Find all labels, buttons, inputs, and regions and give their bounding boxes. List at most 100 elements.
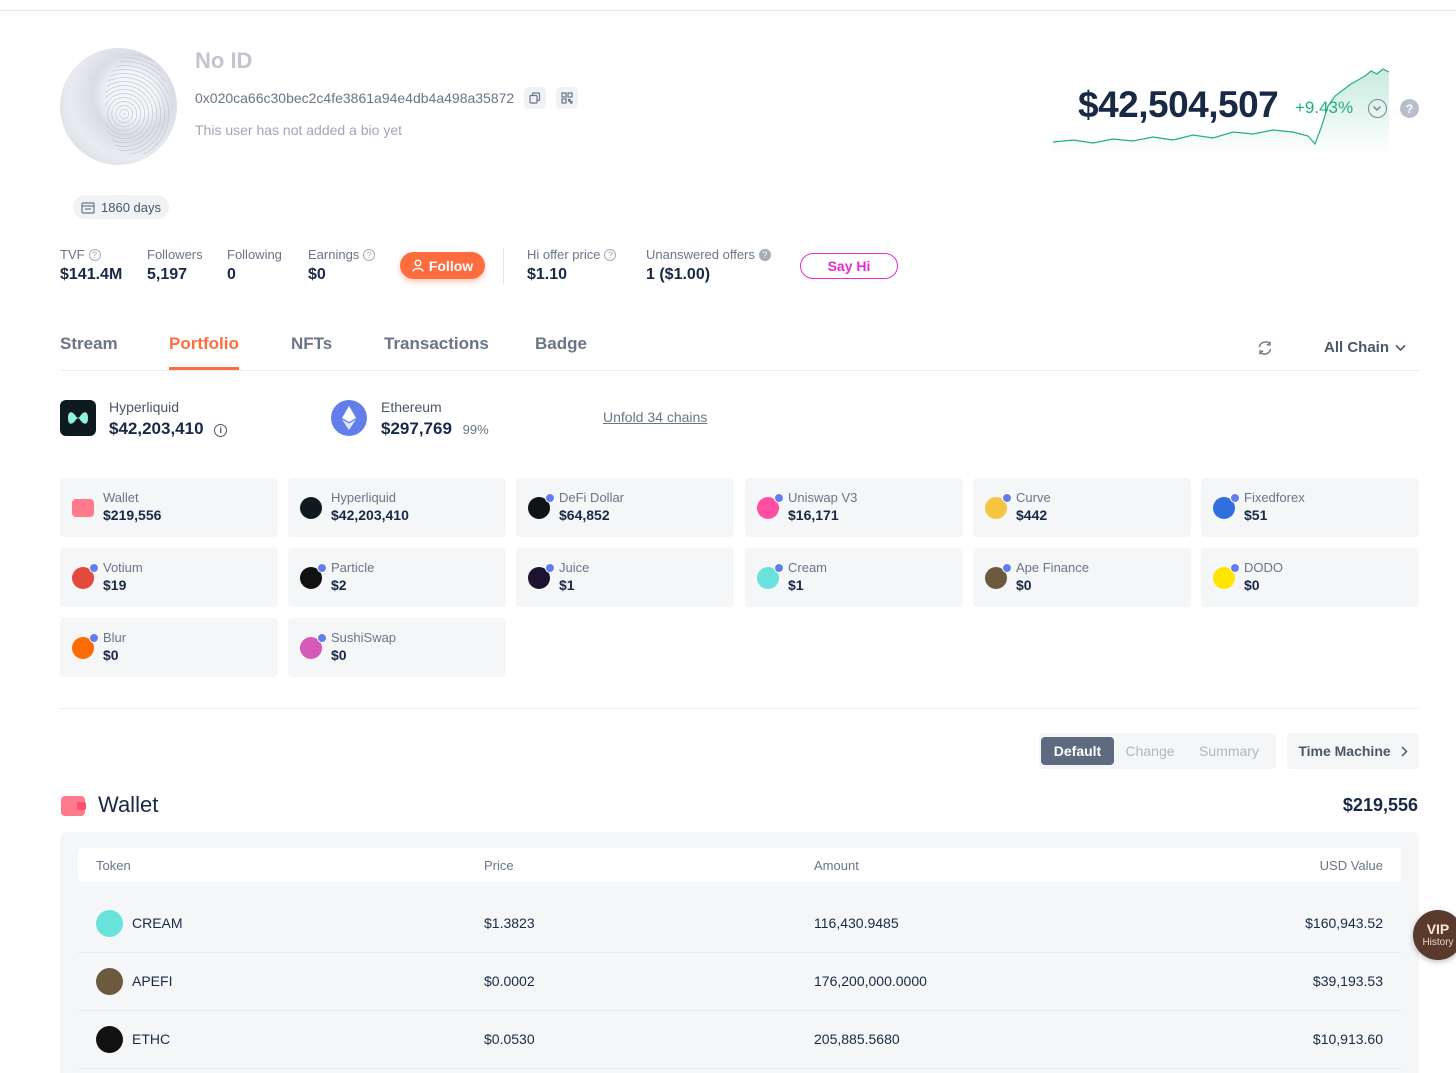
tab-nfts[interactable]: NFTs: [291, 334, 332, 354]
protocol-name: Blur: [103, 630, 127, 645]
column-header-usd-value: USD Value: [1319, 858, 1383, 873]
wallet-token-table: Token Price Amount USD Value CREAM $1.382…: [60, 832, 1419, 1073]
cell-token[interactable]: CREAM: [132, 915, 183, 931]
view-default-button[interactable]: Default: [1041, 737, 1114, 765]
protocol-name: Curve: [1016, 490, 1051, 505]
info-icon[interactable]: ?: [363, 248, 376, 261]
protocol-name: Hyperliquid: [331, 490, 397, 505]
table-row[interactable]: CREAM $1.3823 116,430.9485 $160,943.52: [78, 895, 1401, 953]
chain-value-hyperliquid[interactable]: $42,203,410 i: [109, 419, 228, 439]
cell-token[interactable]: APEFI: [132, 973, 172, 989]
cell-token[interactable]: ETHC: [132, 1031, 170, 1047]
ethereum-badge-icon: [89, 563, 99, 573]
protocol-card-curve[interactable]: Curve $442: [973, 478, 1191, 537]
protocol-card-uniswap-v3[interactable]: Uniswap V3 $16,171: [745, 478, 963, 537]
stat-tvf-value: $141.4M: [60, 266, 123, 283]
ethereum-badge-icon: [1002, 563, 1012, 573]
copy-address-button[interactable]: [524, 87, 547, 109]
tab-transactions[interactable]: Transactions: [384, 334, 489, 354]
stat-hi-offer-value: $1.10: [527, 266, 568, 283]
stat-followers-value: 5,197: [147, 266, 188, 283]
protocol-name: Ape Finance: [1016, 560, 1089, 575]
ethereum-badge-icon: [1230, 493, 1240, 503]
protocol-card-fixedforex[interactable]: Fixedforex $51: [1201, 478, 1419, 537]
protocol-card-blur[interactable]: Blur $0: [60, 618, 278, 677]
stat-unanswered-value: 1 ($1.00): [646, 266, 711, 283]
protocol-card-hyperliquid[interactable]: Hyperliquid $42,203,410: [288, 478, 506, 537]
protocol-name: DODO: [1244, 560, 1283, 575]
protocol-card-cream[interactable]: Cream $1: [745, 548, 963, 607]
info-icon[interactable]: ?: [604, 248, 617, 261]
chain-filter-dropdown[interactable]: All Chain: [1324, 339, 1406, 356]
protocol-card-particle[interactable]: Particle $2: [288, 548, 506, 607]
info-icon[interactable]: i: [214, 423, 228, 437]
protocol-name: Particle: [331, 560, 375, 575]
account-age-text: 1860 days: [101, 199, 161, 215]
ethereum-badge-icon: [1230, 563, 1240, 573]
protocol-card-defi-dollar[interactable]: DeFi Dollar $64,852: [516, 478, 734, 537]
protocol-card-ape-finance[interactable]: Ape Finance $0: [973, 548, 1191, 607]
stat-earnings: Earnings? $0: [308, 247, 376, 284]
stat-earnings-value: $0: [308, 266, 326, 283]
tab-badge[interactable]: Badge: [535, 334, 587, 354]
protocol-value: $42,203,410: [331, 507, 409, 523]
protocol-value: $0: [103, 647, 119, 663]
time-machine-button[interactable]: Time Machine: [1287, 733, 1419, 769]
unfold-chains-link[interactable]: Unfold 34 chains: [603, 409, 707, 425]
ethereum-badge-icon: [1002, 493, 1012, 503]
chain-name-ethereum: Ethereum: [381, 399, 442, 415]
protocol-value: $51: [1244, 507, 1268, 523]
info-icon[interactable]: ?: [88, 248, 101, 261]
wallet-section-title: Wallet: [98, 792, 159, 817]
tab-stream[interactable]: Stream: [60, 334, 118, 354]
protocol-card-sushiswap[interactable]: SushiSwap $0: [288, 618, 506, 677]
column-header-token: Token: [96, 858, 131, 873]
protocol-card-juice[interactable]: Juice $1: [516, 548, 734, 607]
chevron-right-icon: [1401, 745, 1408, 757]
wallet-icon: [72, 499, 94, 517]
cell-amount: 205,885.5680: [814, 1031, 900, 1047]
view-change-button[interactable]: Change: [1117, 737, 1183, 765]
tab-portfolio[interactable]: Portfolio: [169, 334, 239, 370]
net-worth-expand-button[interactable]: [1368, 99, 1387, 118]
ethereum-badge-icon: [545, 563, 555, 573]
protocol-value: $442: [1016, 507, 1048, 523]
hyperliquid-icon: [68, 412, 88, 424]
refresh-icon[interactable]: [1256, 339, 1274, 357]
chain-value-ethereum[interactable]: $297,769 99%: [381, 419, 489, 439]
protocol-card-votium[interactable]: Votium $19: [60, 548, 278, 607]
qr-code-button[interactable]: [556, 87, 579, 109]
protocol-value: $0: [1244, 577, 1260, 593]
vip-history-button[interactable]: VIP History: [1413, 910, 1456, 960]
protocol-value: $1: [788, 577, 804, 593]
vip-title: VIP: [1426, 920, 1450, 937]
stat-earnings-label: Earnings: [308, 247, 360, 262]
protocol-name: DeFi Dollar: [559, 490, 625, 505]
section-divider: [60, 708, 1419, 709]
ethereum-chain-logo: [331, 400, 367, 436]
say-hi-button[interactable]: Say Hi: [800, 253, 898, 279]
follow-button[interactable]: Follow: [400, 252, 485, 279]
protocol-value: $16,171: [788, 507, 839, 523]
column-header-amount: Amount: [814, 858, 859, 873]
table-row[interactable]: APEFI $0.0002 176,200,000.0000 $39,193.53: [78, 953, 1401, 1011]
protocol-card-dodo[interactable]: DODO $0: [1201, 548, 1419, 607]
table-row[interactable]: ETHC $0.0530 205,885.5680 $10,913.60: [78, 1011, 1401, 1069]
cell-usd: $160,943.52: [1305, 915, 1383, 931]
profile-bio: This user has not added a bio yet: [195, 122, 403, 138]
avatar: [60, 48, 177, 165]
protocol-value: $0: [331, 647, 347, 663]
calendar-icon: [81, 201, 95, 214]
stat-tvf: TVF? $141.4M: [60, 247, 122, 284]
stat-followers[interactable]: Followers 5,197: [147, 247, 203, 284]
protocol-card-wallet[interactable]: Wallet $219,556: [60, 478, 278, 537]
user-icon: [412, 259, 424, 272]
stat-tvf-label: TVF: [60, 247, 85, 262]
wallet-address[interactable]: 0x020ca66c30bec2c4fe3861a94e4db4a498a358…: [195, 90, 514, 106]
stat-following[interactable]: Following 0: [227, 247, 282, 284]
view-mode-toggle: Default Change Summary: [1039, 733, 1276, 769]
help-icon[interactable]: ?: [758, 248, 771, 261]
cell-price: $1.3823: [484, 915, 535, 931]
view-summary-button[interactable]: Summary: [1189, 737, 1269, 765]
help-icon[interactable]: ?: [1400, 99, 1419, 118]
